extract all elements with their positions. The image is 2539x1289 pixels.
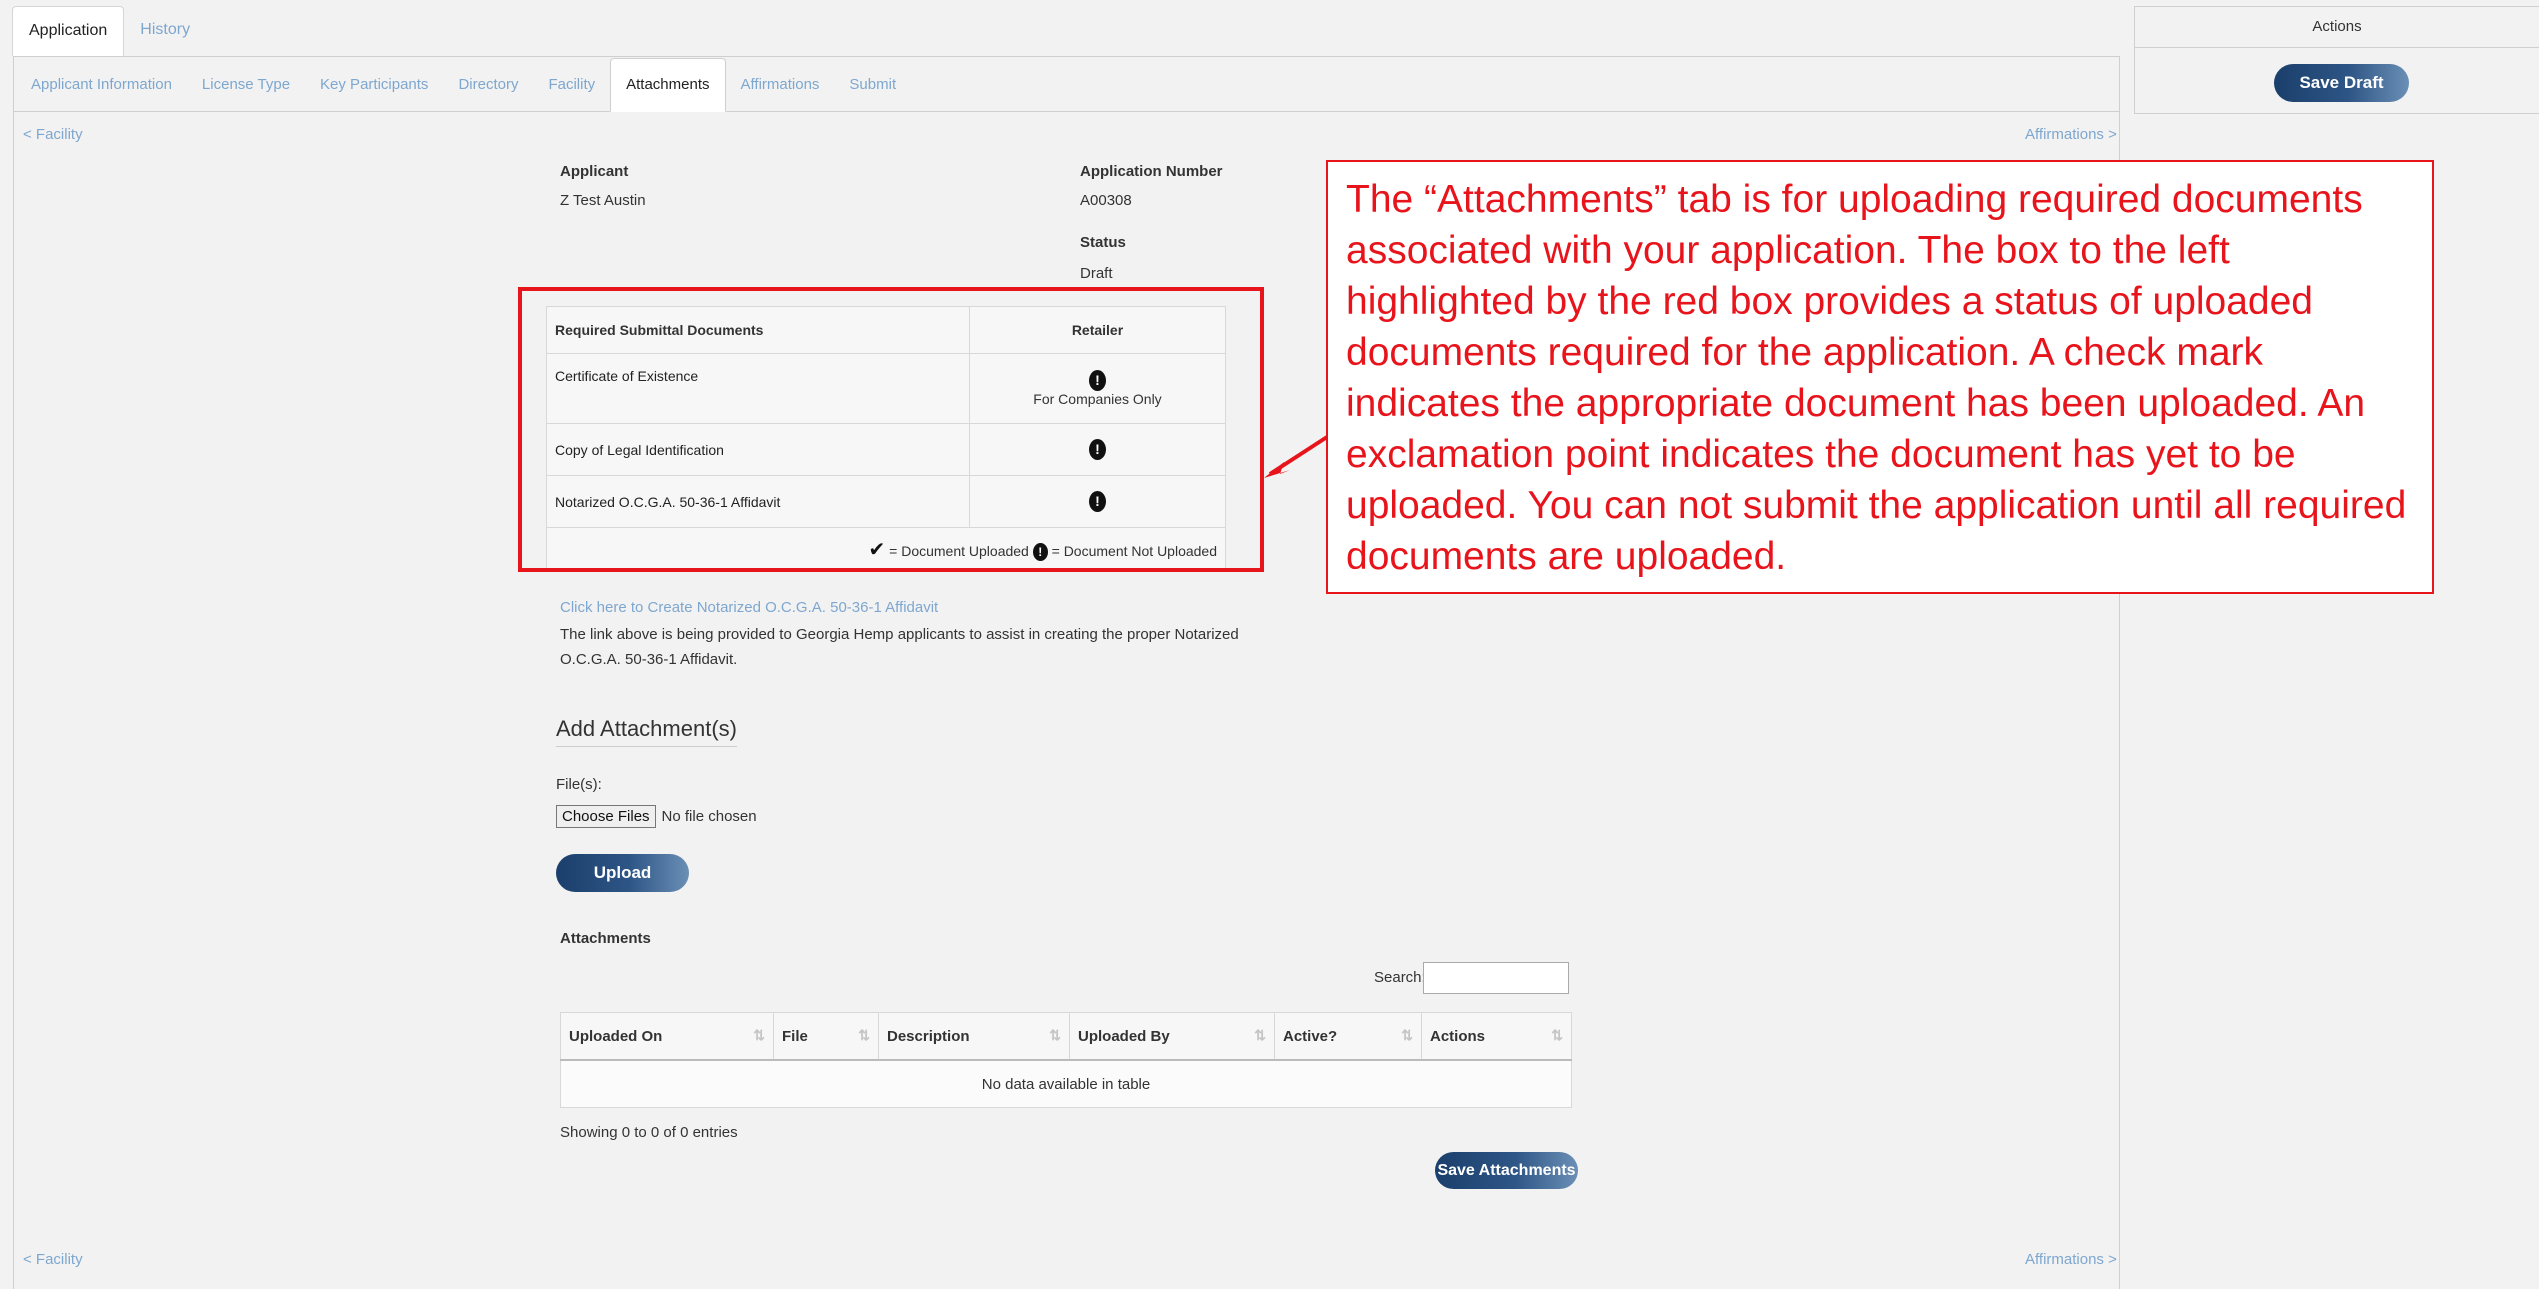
add-attachments-title: Add Attachment(s) (556, 716, 737, 747)
search-input[interactable] (1423, 962, 1569, 994)
sort-icon: ⇅ (1551, 1027, 1563, 1043)
affidavit-note: The link above is being provided to Geor… (560, 626, 1239, 668)
tab-history[interactable]: History (124, 6, 206, 56)
top-tab-bar: Application History (12, 6, 206, 56)
col-label: File (782, 1027, 808, 1045)
col-label: Active? (1283, 1027, 1338, 1045)
sort-icon: ⇅ (858, 1027, 870, 1043)
col-actions[interactable]: Actions ⇅ (1421, 1012, 1572, 1061)
tab-attachments[interactable]: Attachments (610, 58, 726, 112)
sort-icon: ⇅ (1254, 1027, 1266, 1043)
choose-files-button[interactable]: Choose Files (556, 805, 656, 828)
col-description[interactable]: Description ⇅ (878, 1012, 1070, 1061)
col-label: Uploaded By (1078, 1027, 1170, 1045)
attachments-title: Attachments (560, 930, 651, 947)
status-label: Status (1080, 234, 1126, 251)
entries-count: Showing 0 to 0 of 0 entries (560, 1124, 738, 1141)
tab-applicant-information[interactable]: Applicant Information (16, 59, 187, 111)
col-uploaded-by[interactable]: Uploaded By ⇅ (1069, 1012, 1275, 1061)
col-label: Actions (1430, 1027, 1486, 1045)
empty-table-message: No data available in table (560, 1059, 1572, 1108)
tab-submit[interactable]: Submit (834, 59, 911, 111)
no-file-chosen: No file chosen (661, 808, 757, 825)
applicant-label: Applicant (560, 163, 629, 180)
upload-button[interactable]: Upload (556, 854, 689, 892)
save-attachments-button[interactable]: Save Attachments (1435, 1152, 1578, 1189)
tab-facility[interactable]: Facility (533, 59, 610, 111)
search-label: Search: (1374, 969, 1426, 986)
tab-directory[interactable]: Directory (443, 59, 533, 111)
prev-facility-link-top[interactable]: < Facility (23, 126, 83, 143)
highlight-box (518, 287, 1264, 572)
tab-key-participants[interactable]: Key Participants (305, 59, 443, 111)
applicant-value: Z Test Austin (560, 192, 646, 209)
application-number-label: Application Number (1080, 163, 1223, 180)
sort-icon: ⇅ (753, 1027, 765, 1043)
next-affirmations-link-bottom[interactable]: Affirmations > (2025, 1251, 2117, 1268)
attachments-table: Uploaded On ⇅ File ⇅ Description ⇅ Uploaded… (560, 1012, 1572, 1108)
col-label: Uploaded On (569, 1027, 663, 1045)
actions-title: Actions (2135, 7, 2539, 48)
sort-icon: ⇅ (1049, 1027, 1061, 1043)
col-uploaded-on[interactable]: Uploaded On ⇅ (560, 1012, 774, 1061)
create-affidavit-link[interactable]: Click here to Create Notarized O.C.G.A. … (560, 599, 938, 616)
save-draft-button[interactable]: Save Draft (2274, 64, 2409, 102)
next-affirmations-link-top[interactable]: Affirmations > (2025, 126, 2117, 143)
sub-tab-bar: Applicant Information License Type Key P… (14, 57, 2119, 112)
col-file[interactable]: File ⇅ (773, 1012, 879, 1061)
tab-license-type[interactable]: License Type (187, 59, 305, 111)
tab-affirmations[interactable]: Affirmations (726, 59, 835, 111)
file-picker: Choose Files No file chosen (556, 805, 757, 828)
status-value: Draft (1080, 265, 1113, 282)
annotation-callout: The “Attachments” tab is for uploading r… (1326, 160, 2434, 594)
prev-facility-link-bottom[interactable]: < Facility (23, 1251, 83, 1268)
sort-icon: ⇅ (1401, 1027, 1413, 1043)
application-number-value: A00308 (1080, 192, 1132, 209)
files-label: File(s): (556, 776, 602, 793)
tab-application[interactable]: Application (12, 6, 125, 56)
col-label: Description (887, 1027, 970, 1045)
col-active[interactable]: Active? ⇅ (1274, 1012, 1422, 1061)
